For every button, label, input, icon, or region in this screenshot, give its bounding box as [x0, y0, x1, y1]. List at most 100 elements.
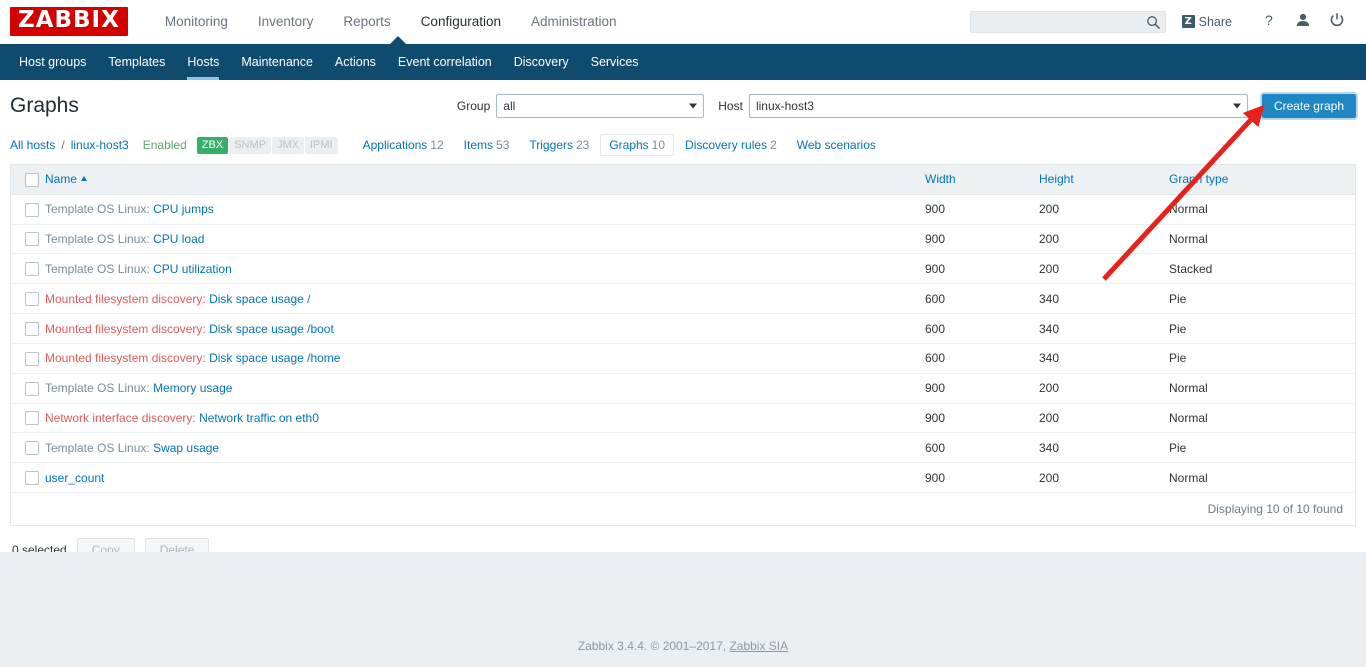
graph-name-cell: Template OS Linux: Memory usage	[45, 373, 925, 404]
svg-text:?: ?	[1265, 12, 1273, 28]
tab-applications-label: Applications	[362, 138, 428, 152]
host-status-badge: Enabled	[142, 138, 187, 152]
sign-out-power-icon[interactable]	[1320, 12, 1354, 31]
row-checkbox[interactable]	[25, 351, 39, 366]
tab-web-scenarios[interactable]: Web scenarios	[788, 134, 885, 156]
create-graph-button[interactable]: Create graph	[1259, 92, 1359, 120]
row-checkbox[interactable]	[25, 321, 39, 336]
row-checkbox[interactable]	[25, 262, 39, 277]
share-badge-icon: Z	[1181, 15, 1195, 28]
share-label: Share	[1198, 14, 1232, 29]
template-link[interactable]: Template OS Linux	[45, 441, 146, 455]
tab-web-scenarios-label: Web scenarios	[796, 138, 876, 152]
row-select-cell	[11, 432, 45, 464]
row-checkbox[interactable]	[25, 202, 39, 217]
graph-type-cell: Stacked	[1169, 253, 1355, 285]
interface-badges: ZBX SNMP JMX IPMI	[196, 136, 338, 154]
row-checkbox[interactable]	[25, 292, 39, 307]
graph-name-link[interactable]: CPU jumps	[153, 202, 214, 216]
user-profile-icon[interactable]	[1286, 12, 1320, 31]
graph-type-cell: Pie	[1169, 432, 1355, 464]
graph-width-cell: 600	[925, 343, 1039, 374]
table-row: Mounted filesystem discovery: Disk space…	[11, 283, 1355, 315]
menu-item-inventory[interactable]: Inventory	[243, 0, 329, 44]
subnav-item-host-groups[interactable]: Host groups	[8, 44, 97, 80]
tab-applications-count: 12	[430, 138, 444, 152]
row-checkbox[interactable]	[25, 471, 39, 486]
breadcrumb-host-name[interactable]: linux-host3	[71, 138, 129, 152]
host-select[interactable]: linux-host3	[748, 94, 1248, 118]
row-checkbox[interactable]	[25, 441, 39, 456]
graph-height-cell: 200	[1039, 462, 1169, 494]
page-title-row: Graphs Group all Host linux-host3 Create…	[0, 80, 1366, 130]
template-link[interactable]: Template OS Linux	[45, 381, 146, 395]
group-select[interactable]: all	[496, 94, 705, 118]
graph-name-link[interactable]: Swap usage	[153, 441, 219, 455]
graph-name-link[interactable]: user_count	[45, 471, 104, 485]
group-label: Group	[456, 99, 491, 113]
tab-discovery-rules[interactable]: Discovery rules 2	[676, 134, 786, 156]
tab-items[interactable]: Items 53	[455, 134, 519, 156]
subnav-item-templates[interactable]: Templates	[97, 44, 176, 80]
share-button[interactable]: Z Share	[1181, 14, 1232, 29]
table-row: Template OS Linux: CPU jumps 900 200 Normal	[11, 194, 1355, 225]
subnav-item-hosts[interactable]: Hosts	[176, 44, 230, 80]
graph-name-link[interactable]: CPU utilization	[153, 262, 232, 276]
search-icon[interactable]	[1146, 15, 1161, 33]
graph-height-cell: 340	[1039, 283, 1169, 315]
graph-height-cell: 200	[1039, 403, 1169, 434]
graph-name-link[interactable]: Disk space usage /boot	[209, 322, 334, 336]
row-checkbox[interactable]	[25, 411, 39, 426]
menu-item-administration[interactable]: Administration	[516, 0, 632, 44]
zabbix-logo[interactable]: ZABBIX	[10, 7, 128, 36]
row-checkbox[interactable]	[25, 232, 39, 247]
graph-name-cell: Mounted filesystem discovery: Disk space…	[45, 343, 925, 374]
breadcrumb-all-hosts[interactable]: All hosts	[10, 138, 55, 152]
search-input[interactable]	[970, 11, 1165, 32]
template-link[interactable]: Template OS Linux	[45, 262, 146, 276]
menu-item-monitoring[interactable]: Monitoring	[150, 0, 243, 44]
subnav-item-services[interactable]: Services	[580, 44, 650, 80]
graph-width-cell: 900	[925, 462, 1039, 494]
graph-name-link[interactable]: Disk space usage /home	[209, 351, 340, 365]
host-select-value: linux-host3	[755, 99, 814, 113]
graph-height-cell: 340	[1039, 343, 1169, 374]
row-checkbox[interactable]	[25, 381, 39, 396]
graph-name-link[interactable]: Disk space usage /	[209, 292, 310, 306]
column-header-name[interactable]: Name	[45, 165, 925, 195]
column-header-graph-type[interactable]: Graph type	[1169, 165, 1355, 195]
discovery-rule-link[interactable]: Network interface discovery	[45, 411, 192, 425]
row-select-cell	[11, 343, 45, 374]
discovery-rule-link[interactable]: Mounted filesystem discovery	[45, 351, 202, 365]
graph-name-cell: Mounted filesystem discovery: Disk space…	[45, 283, 925, 315]
graph-name-link[interactable]: Network traffic on eth0	[199, 411, 319, 425]
table-header-row: Name Width Height Graph type	[11, 165, 1355, 195]
tab-graphs[interactable]: Graphs 10	[600, 134, 675, 156]
graph-height-cell: 200	[1039, 253, 1169, 285]
template-link[interactable]: Template OS Linux	[45, 232, 146, 246]
discovery-rule-link[interactable]: Mounted filesystem discovery	[45, 322, 202, 336]
subnav-item-discovery[interactable]: Discovery	[503, 44, 580, 80]
row-select-cell	[11, 224, 45, 255]
menu-item-configuration[interactable]: Configuration	[406, 0, 516, 44]
graph-name-link[interactable]: CPU load	[153, 232, 204, 246]
footer-link-zabbix-sia[interactable]: Zabbix SIA	[729, 639, 788, 653]
global-search[interactable]	[969, 10, 1166, 33]
select-all-checkbox[interactable]	[25, 172, 39, 187]
tab-applications[interactable]: Applications 12	[354, 134, 453, 156]
subnav-item-maintenance[interactable]: Maintenance	[230, 44, 324, 80]
graph-type-cell: Normal	[1169, 194, 1355, 225]
subnav-item-event-correlation[interactable]: Event correlation	[387, 44, 503, 80]
template-link[interactable]: Template OS Linux	[45, 202, 146, 216]
discovery-rule-link[interactable]: Mounted filesystem discovery	[45, 292, 202, 306]
top-header: ZABBIX Monitoring Inventory Reports Conf…	[0, 0, 1366, 44]
graph-width-cell: 900	[925, 253, 1039, 285]
table-summary: Displaying 10 of 10 found	[11, 493, 1355, 526]
row-select-cell	[11, 462, 45, 494]
badge-snmp: SNMP	[229, 136, 271, 154]
tab-triggers[interactable]: Triggers 23	[520, 134, 598, 156]
subnav-item-actions[interactable]: Actions	[324, 44, 387, 80]
graph-width-cell: 900	[925, 403, 1039, 434]
help-icon[interactable]: ?	[1252, 12, 1286, 31]
graph-name-link[interactable]: Memory usage	[153, 381, 232, 395]
